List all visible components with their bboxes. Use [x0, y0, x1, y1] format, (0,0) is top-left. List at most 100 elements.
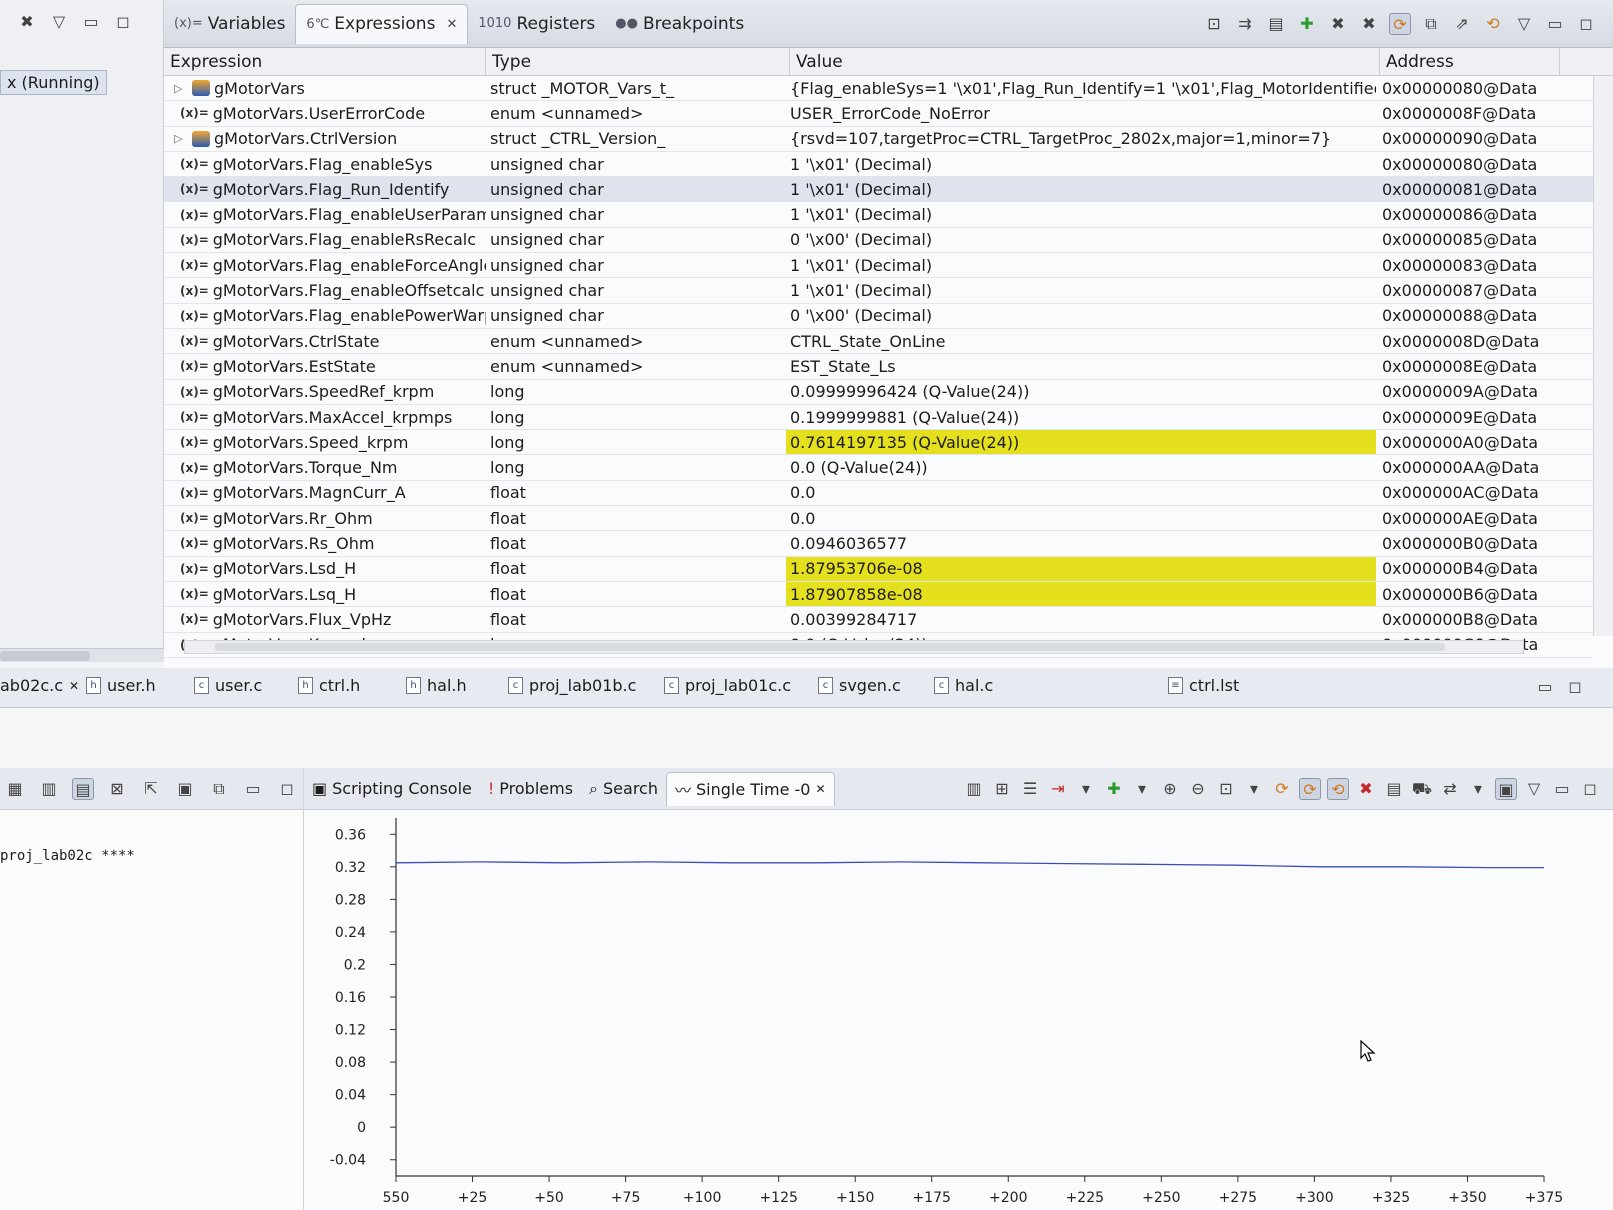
select-all-icon[interactable]: ⊡: [1203, 13, 1225, 35]
value-cell-changed[interactable]: 0.7614197135 (Q-Value(24)): [786, 430, 1376, 455]
tab-expressions[interactable]: 6℃ Expressions ✕: [295, 3, 469, 44]
value-cell-changed[interactable]: 1.87907858e-08: [786, 581, 1376, 607]
minimize-icon[interactable]: ▭: [1544, 13, 1566, 35]
tab-problems[interactable]: ! Problems: [480, 772, 581, 806]
editor-tab[interactable]: ab02c.c ✕: [0, 676, 79, 695]
export-icon[interactable]: ⇗: [1451, 13, 1473, 35]
time-graph[interactable]: 0.36 0.32 0.28 0.24 0.2 0.16 0.12 0.08 0.04 0 -0.0…: [304, 810, 1613, 1210]
table-row[interactable]: (x)= gMotorVars.Flag_enablePowerWarp unsig…: [164, 304, 1593, 329]
value-cell[interactable]: 1 '\x01' (Decimal): [786, 253, 1376, 277]
measure-icon[interactable]: ⇥: [1047, 778, 1069, 800]
maximize-icon[interactable]: ◻: [1579, 778, 1601, 800]
editor-tab[interactable]: h ctrl.h: [298, 676, 360, 695]
chart-icon[interactable]: ▥: [38, 778, 60, 800]
table-row[interactable]: (x)= gMotorVars.SpeedRef_krpm long 0.099999…: [164, 380, 1593, 405]
remove-launch-icon[interactable]: ✖: [16, 11, 38, 33]
value-cell[interactable]: {rsvd=107,targetProc=CTRL_TargetProc_280…: [786, 127, 1376, 151]
value-cell[interactable]: 0.0: [786, 506, 1376, 530]
zoom-fit-icon[interactable]: ⊡: [1215, 778, 1237, 800]
new-window-icon[interactable]: ⧉: [1420, 13, 1442, 35]
value-cell[interactable]: 0.09999996424 (Q-Value(24)): [786, 380, 1376, 404]
table-row[interactable]: (x)= gMotorVars.Rs_Ohm float 0.0946036577 0x…: [164, 531, 1593, 557]
minimize-icon[interactable]: ▭: [242, 778, 264, 800]
maximize-icon[interactable]: ◻: [1564, 676, 1586, 698]
value-cell[interactable]: 1 '\x01' (Decimal): [786, 152, 1376, 176]
value-cell[interactable]: 0 '\x00' (Decimal): [786, 304, 1376, 328]
running-status[interactable]: x (Running): [0, 70, 107, 95]
pin-graph-icon[interactable]: ▣: [1495, 777, 1517, 800]
header-value[interactable]: Value: [790, 48, 1380, 75]
zoom-in-icon[interactable]: ⊕: [1159, 778, 1181, 800]
tab-registers[interactable]: 1010 Registers: [468, 4, 605, 44]
pin-icon[interactable]: ⇱: [140, 778, 162, 800]
table-row[interactable]: (x)= gMotorVars.UserErrorCode enum <unname…: [164, 101, 1593, 127]
continuous-refresh-icon[interactable]: ⟳: [1299, 777, 1321, 800]
value-cell[interactable]: 1 '\x01' (Decimal): [786, 177, 1376, 201]
view-menu-icon[interactable]: ▽: [1513, 13, 1535, 35]
editor-tab[interactable]: c proj_lab01c.c: [664, 676, 791, 695]
maximize-icon[interactable]: ◻: [112, 11, 134, 33]
editor-tab[interactable]: c proj_lab01b.c: [508, 676, 636, 695]
value-cell[interactable]: EST_State_Ls: [786, 354, 1376, 378]
value-cell-changed[interactable]: 1.87953706e-08: [786, 556, 1376, 581]
split-icon[interactable]: ⊞: [991, 778, 1013, 800]
reset-graph-icon[interactable]: ✖: [1355, 778, 1377, 800]
tab-single-time[interactable]: 〰 Single Time -0 ✕: [665, 771, 835, 806]
dropdown-icon[interactable]: ▾: [1131, 778, 1153, 800]
value-cell[interactable]: 0.0 (Q-Value(24)): [786, 455, 1376, 479]
table-row[interactable]: (x)= gMotorVars.Lsq_H float 1.87907858e-08 0…: [164, 581, 1593, 608]
value-cell[interactable]: 1 '\x01' (Decimal): [786, 278, 1376, 302]
table-row[interactable]: (x)= gMotorVars.Flag_enableUserParams unsi…: [164, 202, 1593, 228]
table-row[interactable]: (x)= gMotorVars.Flag_enableSys unsigned ch…: [164, 152, 1593, 178]
value-cell[interactable]: 0.0946036577: [786, 531, 1376, 555]
value-cell[interactable]: 0.00399284717: [786, 607, 1376, 631]
table-row[interactable]: (x)= gMotorVars.Flag_enableOffsetcalc unsi…: [164, 278, 1593, 304]
dropdown-icon[interactable]: ▾: [1243, 778, 1265, 800]
editor-tab[interactable]: c hal.c: [934, 676, 993, 695]
new-console-icon[interactable]: ⧉: [208, 778, 230, 800]
zoom-out-icon[interactable]: ⊖: [1187, 778, 1209, 800]
tab-breakpoints[interactable]: ●● Breakpoints: [605, 4, 754, 44]
value-cell[interactable]: 1 '\x01' (Decimal): [786, 202, 1376, 226]
add-marker-icon[interactable]: ✚: [1103, 778, 1125, 800]
add-expression-icon[interactable]: ✚: [1296, 13, 1318, 35]
header-type[interactable]: Type: [486, 48, 790, 75]
table-row[interactable]: (x)= gMotorVars.Torque_Nm long 0.0 (Q-Value…: [164, 455, 1593, 481]
close-icon[interactable]: ✕: [815, 782, 825, 796]
header-address[interactable]: Address: [1380, 48, 1560, 75]
maximize-icon[interactable]: ◻: [276, 778, 298, 800]
expand-icon[interactable]: ▷: [174, 132, 188, 145]
editor-tab[interactable]: c user.c: [194, 676, 262, 695]
import-icon[interactable]: ⇄: [1439, 778, 1461, 800]
table-row[interactable]: (x)= gMotorVars.EstState enum <unnamed> EST…: [164, 354, 1593, 380]
editor-tab[interactable]: h hal.h: [406, 676, 467, 695]
grid-icon[interactable]: ▦: [4, 778, 26, 800]
value-cell[interactable]: 0.0: [786, 481, 1376, 505]
dropdown-icon[interactable]: ▾: [1467, 778, 1489, 800]
tab-variables[interactable]: (x)= Variables: [164, 4, 295, 44]
view-menu-icon[interactable]: ▽: [1523, 778, 1545, 800]
table-row[interactable]: ▷ gMotorVars.CtrlVersion struct _CTRL_Vers…: [164, 127, 1593, 152]
auto-scale-icon[interactable]: ⟲: [1327, 777, 1349, 800]
align-icon[interactable]: ▥: [963, 778, 985, 800]
minimize-icon[interactable]: ▭: [1534, 676, 1556, 698]
remove-all-icon[interactable]: ✖: [1358, 13, 1380, 35]
table-row[interactable]: ▷ gMotorVars struct _MOTOR_Vars_t_ {Flag_en…: [164, 76, 1593, 102]
table-row[interactable]: (x)= gMotorVars.Flux_VpHz float 0.003992847…: [164, 607, 1593, 633]
table-row-selected[interactable]: (x)= gMotorVars.Flag_Run_Identify unsigned…: [164, 177, 1593, 203]
display-console-icon[interactable]: ▣: [174, 778, 196, 800]
editor-tab[interactable]: h user.h: [86, 676, 156, 695]
export-icon[interactable]: ⛟: [1411, 778, 1433, 800]
table-row[interactable]: (x)= gMotorVars.CtrlState enum <unnamed> CT…: [164, 329, 1593, 355]
expressions-hscrollbar[interactable]: [184, 640, 1524, 654]
layout-icon[interactable]: ▤: [1265, 13, 1287, 35]
table-row[interactable]: (x)= gMotorVars.Speed_krpm long 0.761419713…: [164, 430, 1593, 456]
table-row[interactable]: (x)= gMotorVars.MaxAccel_krpmps long 0.1999…: [164, 405, 1593, 431]
refresh-icon[interactable]: ⟳: [1271, 778, 1293, 800]
tab-scripting-console[interactable]: ▣ Scripting Console: [304, 772, 480, 806]
value-cell[interactable]: {Flag_enableSys=1 '\x01',Flag_Run_Identi…: [786, 76, 1376, 100]
value-cell[interactable]: 0 '\x00' (Decimal): [786, 228, 1376, 252]
table-row[interactable]: (x)= gMotorVars.Lsd_H float 1.87953706e-08 0…: [164, 556, 1593, 582]
table-row[interactable]: (x)= gMotorVars.MagnCurr_A float 0.0 0x00000…: [164, 481, 1593, 507]
properties-icon[interactable]: ▤: [1383, 778, 1405, 800]
